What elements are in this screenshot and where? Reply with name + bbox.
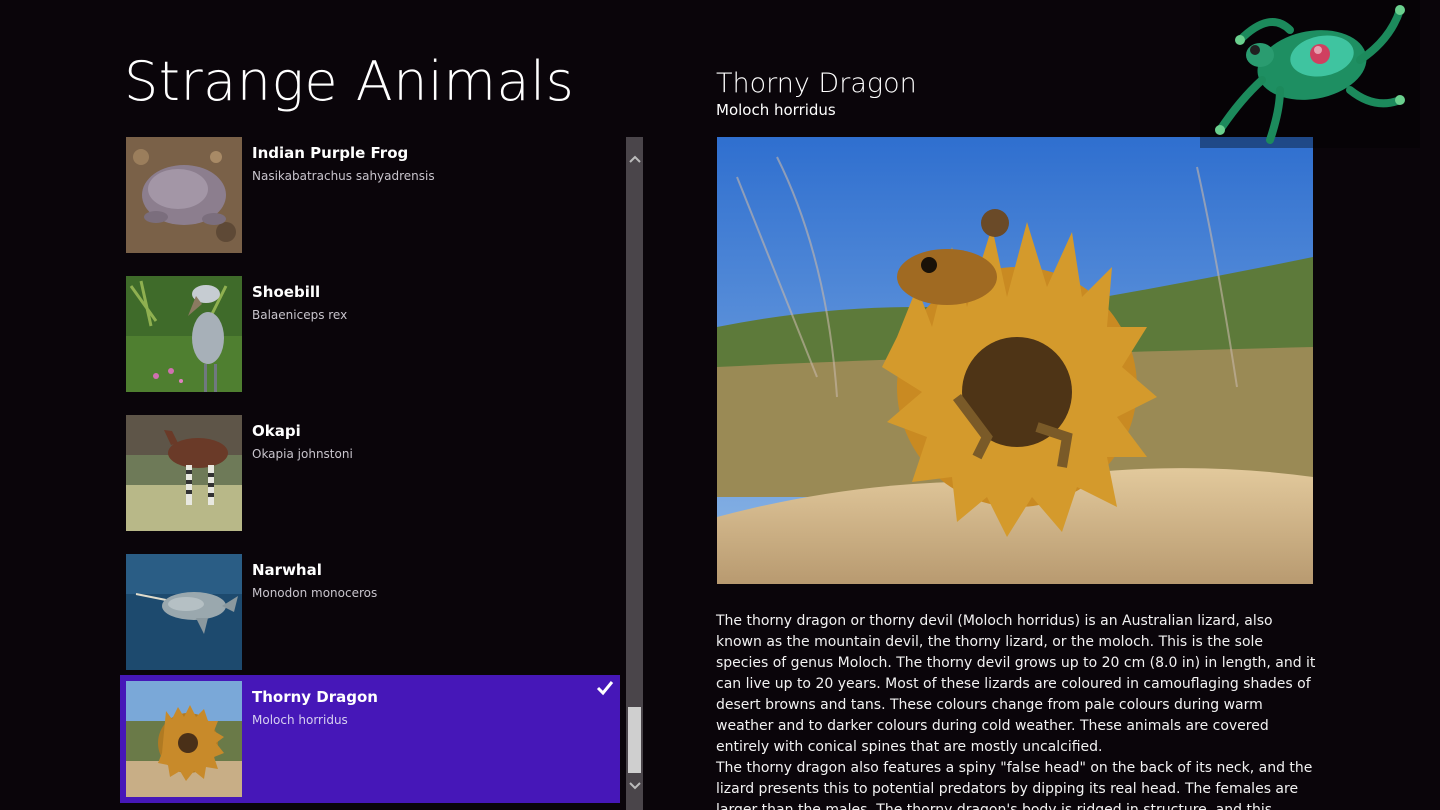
detail-title: Thorny Dragon (716, 68, 917, 99)
scroll-up-icon[interactable] (626, 149, 643, 169)
list-scrollbar[interactable] (626, 137, 643, 810)
purple-frog-photo (126, 137, 242, 253)
list-item-indian-purple-frog[interactable]: Indian Purple Frog Nasikabatrachus sahya… (120, 137, 620, 259)
animal-list[interactable]: Indian Purple Frog Nasikabatrachus sahya… (120, 137, 622, 810)
frog-logo-icon (1200, 0, 1420, 148)
item-name: Indian Purple Frog (252, 144, 409, 162)
item-name: Narwhal (252, 561, 322, 579)
item-scientific-name: Monodon monoceros (252, 586, 378, 600)
item-scientific-name: Balaeniceps rex (252, 308, 348, 322)
item-scientific-name: Moloch horridus (252, 713, 348, 727)
narwhal-photo (126, 554, 242, 670)
scrollbar-thumb[interactable] (628, 707, 641, 773)
thorny-dragon-hero-image (717, 137, 1313, 584)
description: The thorny dragon or thorny devil (Moloc… (716, 611, 1316, 810)
item-name: Shoebill (252, 283, 321, 301)
item-scientific-name: Okapia johnstoni (252, 447, 353, 461)
list-item-okapi[interactable]: Okapi Okapia johnstoni (120, 409, 620, 537)
checkmark-icon (596, 679, 614, 697)
list-item-narwhal[interactable]: Narwhal Monodon monoceros (120, 548, 620, 676)
scroll-down-icon[interactable] (626, 776, 643, 796)
item-name: Okapi (252, 422, 301, 440)
shoebill-photo (126, 276, 242, 392)
list-item-thorny-dragon[interactable]: Thorny Dragon Moloch horridus (120, 675, 620, 803)
description-paragraph: The thorny dragon or thorny devil (Moloc… (716, 613, 1316, 755)
app-title: Strange Animals (124, 50, 575, 113)
description-paragraph: The thorny dragon also features a spiny … (716, 760, 1313, 810)
thorny-dragon-photo (126, 681, 242, 797)
detail-scientific-name: Moloch horridus (716, 101, 836, 119)
app-window: Strange Animals Indian Purple Frog Nasik… (0, 0, 1440, 810)
list-item-shoebill[interactable]: Shoebill Balaeniceps rex (120, 270, 620, 398)
okapi-photo (126, 415, 242, 531)
item-scientific-name: Nasikabatrachus sahyadrensis (252, 169, 435, 183)
item-name: Thorny Dragon (252, 688, 378, 706)
